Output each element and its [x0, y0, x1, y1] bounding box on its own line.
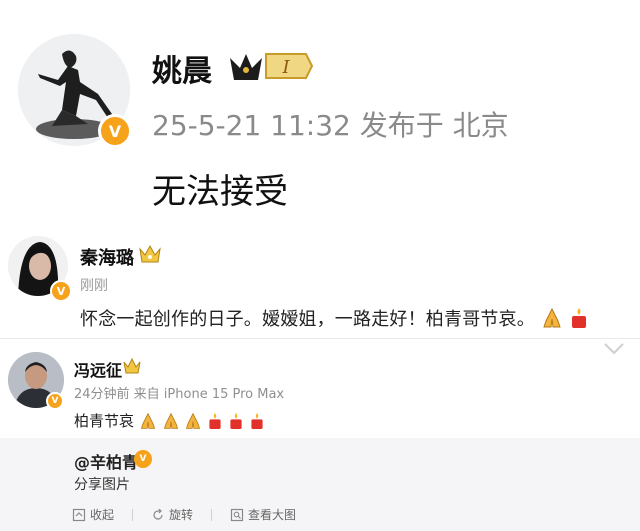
comment-time: 刚刚: [80, 278, 108, 294]
pray-emoji: [163, 412, 178, 429]
chevron-down-icon[interactable]: [600, 340, 628, 358]
candle-emoji: [251, 413, 263, 429]
post-author-avatar-wrap[interactable]: V: [18, 34, 132, 148]
crown-icon: [123, 357, 141, 374]
candle-emoji: [571, 308, 586, 328]
view-large-button[interactable]: 查看大图: [230, 506, 296, 523]
post-meta: 25-5-21 11:32 发布于 北京: [152, 109, 509, 142]
pray-emoji: [543, 307, 561, 328]
collapse-label: 收起: [90, 508, 115, 522]
comment-divider: [0, 338, 640, 339]
crown-icon: I: [230, 53, 314, 80]
comment-meta: 24分钟前 来自 iPhone 15 Pro Max: [74, 387, 285, 402]
quoted-text: 分享图片: [74, 477, 130, 493]
verified-icon: V: [50, 280, 72, 302]
pray-emoji: [186, 412, 201, 429]
rotate-button[interactable]: 旋转: [151, 506, 193, 523]
verified-icon: V: [46, 392, 64, 410]
action-divider: [211, 508, 213, 521]
view-large-label: 查看大图: [248, 508, 297, 522]
pray-emoji: [140, 412, 155, 429]
image-actions: 收起 旋转 查看大图: [72, 506, 296, 523]
rotate-icon: [153, 508, 163, 520]
comment-text-body: 柏青节哀: [74, 412, 135, 430]
collapse-button[interactable]: 收起: [72, 506, 114, 523]
level-badge-label: I: [281, 57, 290, 78]
candle-emoji: [209, 413, 221, 429]
candle-emoji: [230, 413, 242, 429]
quoted-user-name[interactable]: @辛柏青: [74, 449, 138, 473]
verified-icon: V: [98, 114, 132, 148]
post-content: 无法接受: [152, 172, 288, 212]
comment-text-body: 怀念一起创作的日子。嫒嫒姐，一路走好！柏青哥节哀。: [80, 309, 535, 330]
crown-icon: [139, 244, 161, 263]
comment-author-name[interactable]: 秦海璐: [80, 244, 134, 270]
zoom-icon: [230, 508, 244, 521]
rotate-label: 旋转: [169, 508, 194, 522]
comment-author-name[interactable]: 冯远征: [74, 357, 122, 381]
action-divider: [132, 508, 134, 521]
comment-text: 怀念一起创作的日子。嫒嫒姐，一路走好！柏青哥节哀。: [80, 305, 589, 331]
verified-icon: V: [134, 450, 152, 468]
post-author-name[interactable]: 姚晨: [152, 46, 212, 90]
collapse-icon: [72, 508, 86, 521]
comment-text: 柏青节哀: [74, 410, 265, 431]
